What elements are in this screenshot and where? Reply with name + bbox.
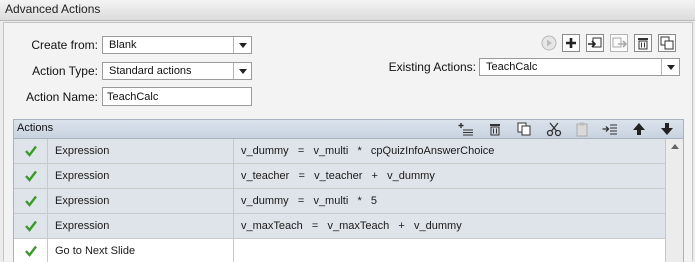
check-icon (25, 195, 37, 207)
actions-header: Actions (14, 120, 683, 139)
scroll-up-icon[interactable] (671, 144, 679, 149)
add-icon[interactable] (562, 34, 580, 52)
copy-row-icon[interactable] (516, 121, 532, 137)
row-expression: v_dummy = v_multi * 5 (241, 195, 378, 207)
row-status (14, 189, 48, 213)
actions-grid: Actions Expression v_dummy = v_multi * c… (13, 119, 684, 262)
row-status (14, 239, 48, 262)
chevron-down-icon[interactable] (233, 63, 251, 79)
import-icon[interactable] (586, 34, 604, 52)
actions-rows: Expression v_dummy = v_multi * cpQuizInf… (14, 139, 665, 262)
table-row[interactable]: Expression v_dummy = v_multi * 5 (14, 189, 665, 214)
row-type: Expression (55, 145, 110, 157)
paste-row-icon[interactable] (574, 121, 590, 137)
row-type-cell[interactable]: Go to Next Slide (48, 239, 234, 262)
cut-row-icon[interactable] (546, 121, 562, 137)
row-expression-cell[interactable]: v_teacher = v_teacher + v_dummy (234, 164, 664, 188)
delete-icon[interactable] (634, 34, 652, 52)
actions-header-title: Actions (17, 122, 54, 134)
row-type-cell[interactable]: Expression (48, 189, 234, 213)
check-icon (25, 220, 37, 232)
row-expression: v_teacher = v_teacher + v_dummy (241, 170, 435, 182)
vertical-scrollbar[interactable] (665, 139, 683, 262)
chevron-down-icon[interactable] (661, 59, 679, 75)
row-status (14, 164, 48, 188)
row-expression-cell[interactable] (234, 239, 664, 262)
table-row[interactable]: Expression v_teacher = v_teacher + v_dum… (14, 164, 665, 189)
row-expression: v_maxTeach = v_maxTeach + v_dummy (241, 220, 462, 232)
row-type: Expression (55, 195, 110, 207)
row-status (14, 139, 48, 163)
row-expression: v_dummy = v_multi * cpQuizInfoAnswerChoi… (241, 145, 495, 157)
insert-row-icon[interactable] (602, 121, 618, 137)
table-row[interactable]: Go to Next Slide (14, 239, 665, 262)
existing-actions-label: Existing Actions: (388, 60, 476, 74)
row-type-cell[interactable]: Expression (48, 164, 234, 188)
check-icon (25, 245, 37, 257)
action-type-value: Standard actions (109, 65, 192, 77)
action-type-label: Action Type: (32, 64, 98, 78)
window-title: Advanced Actions (5, 2, 101, 16)
row-type-cell[interactable]: Expression (48, 139, 234, 163)
chevron-down-icon[interactable] (233, 37, 251, 53)
existing-actions-value: TeachCalc (486, 61, 538, 73)
row-expression-cell[interactable]: v_dummy = v_multi * 5 (234, 189, 664, 213)
preview-icon[interactable] (540, 34, 558, 52)
table-row[interactable]: Expression v_maxTeach = v_maxTeach + v_d… (14, 214, 665, 239)
create-from-dropdown[interactable]: Blank (102, 36, 252, 54)
move-down-icon[interactable] (659, 121, 675, 137)
check-icon (25, 170, 37, 182)
move-up-icon[interactable] (631, 121, 647, 137)
row-status (14, 214, 48, 238)
create-from-label: Create from: (31, 38, 98, 52)
action-name-input[interactable] (102, 87, 252, 106)
row-type: Expression (55, 170, 110, 182)
row-type: Go to Next Slide (55, 245, 136, 257)
delete-row-icon[interactable] (487, 121, 503, 137)
create-from-value: Blank (109, 39, 137, 51)
export-icon[interactable] (610, 34, 628, 52)
row-type: Expression (55, 220, 110, 232)
duplicate-icon[interactable] (658, 34, 676, 52)
advanced-actions-panel: Create from: Blank Action Type: Standard… (3, 22, 693, 262)
existing-actions-dropdown[interactable]: TeachCalc (479, 58, 680, 76)
add-row-icon[interactable] (458, 121, 474, 137)
row-expression-cell[interactable]: v_dummy = v_multi * cpQuizInfoAnswerChoi… (234, 139, 664, 163)
action-name-label: Action Name: (25, 90, 98, 104)
row-expression-cell[interactable]: v_maxTeach = v_maxTeach + v_dummy (234, 214, 664, 238)
title-bar: Advanced Actions (0, 0, 695, 21)
row-type-cell[interactable]: Expression (48, 214, 234, 238)
action-type-dropdown[interactable]: Standard actions (102, 62, 252, 80)
check-icon (25, 145, 37, 157)
table-row[interactable]: Expression v_dummy = v_multi * cpQuizInf… (14, 139, 665, 164)
